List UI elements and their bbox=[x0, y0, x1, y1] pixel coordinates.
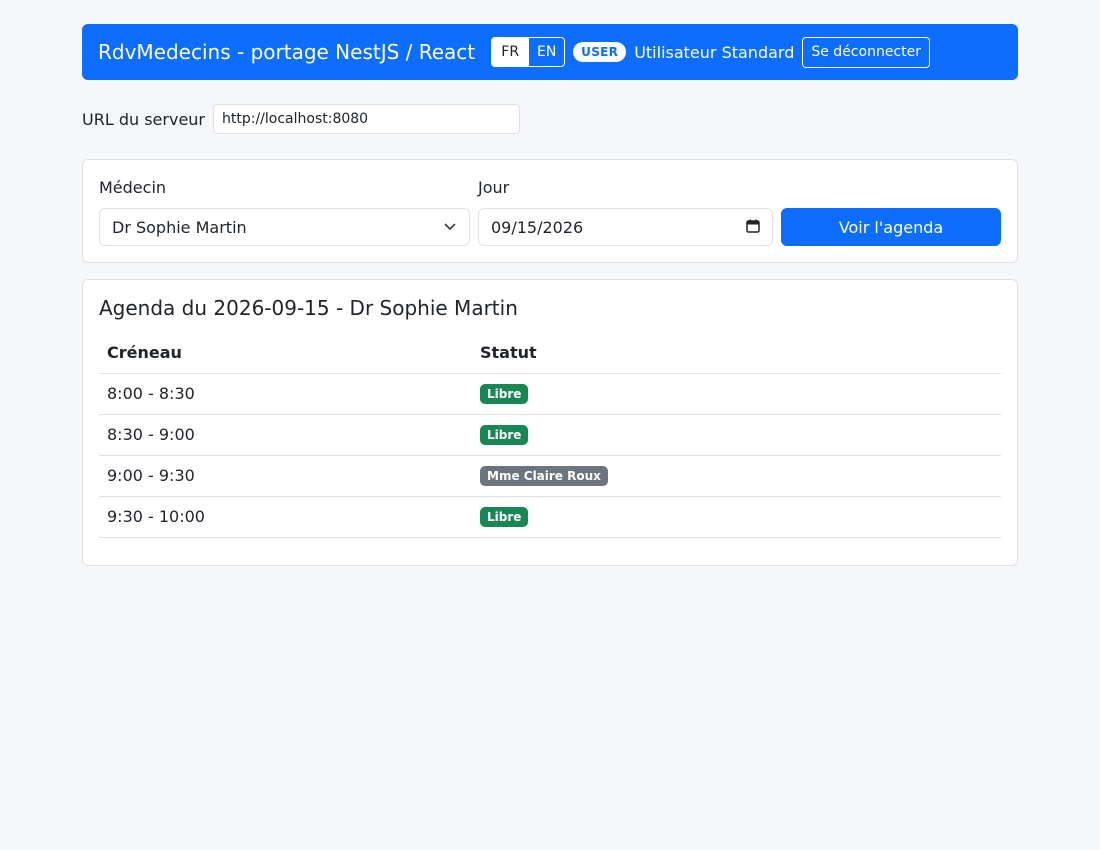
status-cell: Mme Claire Roux bbox=[472, 455, 1001, 497]
table-row: 9:00 - 9:30 Mme Claire Roux bbox=[99, 455, 1001, 497]
agenda-filter-card: Médecin Jour Dr Sophie Martin 09/15/2026… bbox=[82, 159, 1018, 263]
calendar-icon[interactable] bbox=[746, 218, 760, 237]
app-container: RdvMedecins - portage NestJS / React FR … bbox=[82, 24, 1018, 566]
status-cell: Libre bbox=[472, 373, 1001, 415]
status-cell: Libre bbox=[472, 414, 1001, 456]
status-cell: Libre bbox=[472, 496, 1001, 538]
status-badge[interactable]: Mme Claire Roux bbox=[480, 466, 608, 486]
server-url-row: URL du serveur bbox=[82, 104, 1018, 134]
column-header-status: Statut bbox=[472, 332, 1001, 374]
agenda-card: Agenda du 2026-09-15 - Dr Sophie Martin … bbox=[82, 279, 1018, 566]
agenda-title: Agenda du 2026-09-15 - Dr Sophie Martin bbox=[99, 296, 518, 320]
doctor-label: Médecin bbox=[99, 178, 167, 197]
chevron-down-icon bbox=[443, 218, 457, 237]
app-title: RdvMedecins - portage NestJS / React bbox=[98, 40, 476, 64]
column-header-slot: Créneau bbox=[99, 332, 472, 374]
table-row: 8:30 - 9:00 Libre bbox=[99, 414, 1001, 456]
status-badge[interactable]: Libre bbox=[480, 384, 529, 404]
server-url-label: URL du serveur bbox=[82, 109, 205, 129]
language-switcher: FR EN bbox=[491, 37, 566, 67]
day-label: Jour bbox=[478, 178, 510, 197]
server-url-input[interactable] bbox=[213, 104, 520, 134]
view-agenda-button[interactable]: Voir l'agenda bbox=[781, 208, 1001, 246]
lang-fr-button[interactable]: FR bbox=[492, 38, 529, 66]
lang-en-button[interactable]: EN bbox=[528, 38, 564, 66]
agenda-header-row: Créneau Statut bbox=[99, 332, 1001, 374]
day-date-input[interactable]: 09/15/2026 bbox=[478, 208, 773, 246]
user-name: Utilisateur Standard bbox=[634, 42, 795, 62]
agenda-table: Créneau Statut 8:00 - 8:30 Libre 8:30 - … bbox=[99, 332, 1001, 538]
status-badge[interactable]: Libre bbox=[480, 425, 529, 445]
header-bar: RdvMedecins - portage NestJS / React FR … bbox=[82, 24, 1018, 80]
table-row: 8:00 - 8:30 Libre bbox=[99, 373, 1001, 415]
logout-button[interactable]: Se déconnecter bbox=[802, 36, 930, 68]
table-row: 9:30 - 10:00 Libre bbox=[99, 496, 1001, 538]
doctor-select-value: Dr Sophie Martin bbox=[112, 217, 247, 237]
slot-cell: 8:00 - 8:30 bbox=[99, 373, 472, 415]
day-date-value: 09/15/2026 bbox=[491, 217, 584, 237]
role-badge: USER bbox=[573, 42, 627, 62]
slot-cell: 9:30 - 10:00 bbox=[99, 496, 472, 538]
doctor-select[interactable]: Dr Sophie Martin bbox=[99, 208, 470, 246]
slot-cell: 9:00 - 9:30 bbox=[99, 455, 472, 497]
slot-cell: 8:30 - 9:00 bbox=[99, 414, 472, 456]
status-badge[interactable]: Libre bbox=[480, 507, 529, 527]
